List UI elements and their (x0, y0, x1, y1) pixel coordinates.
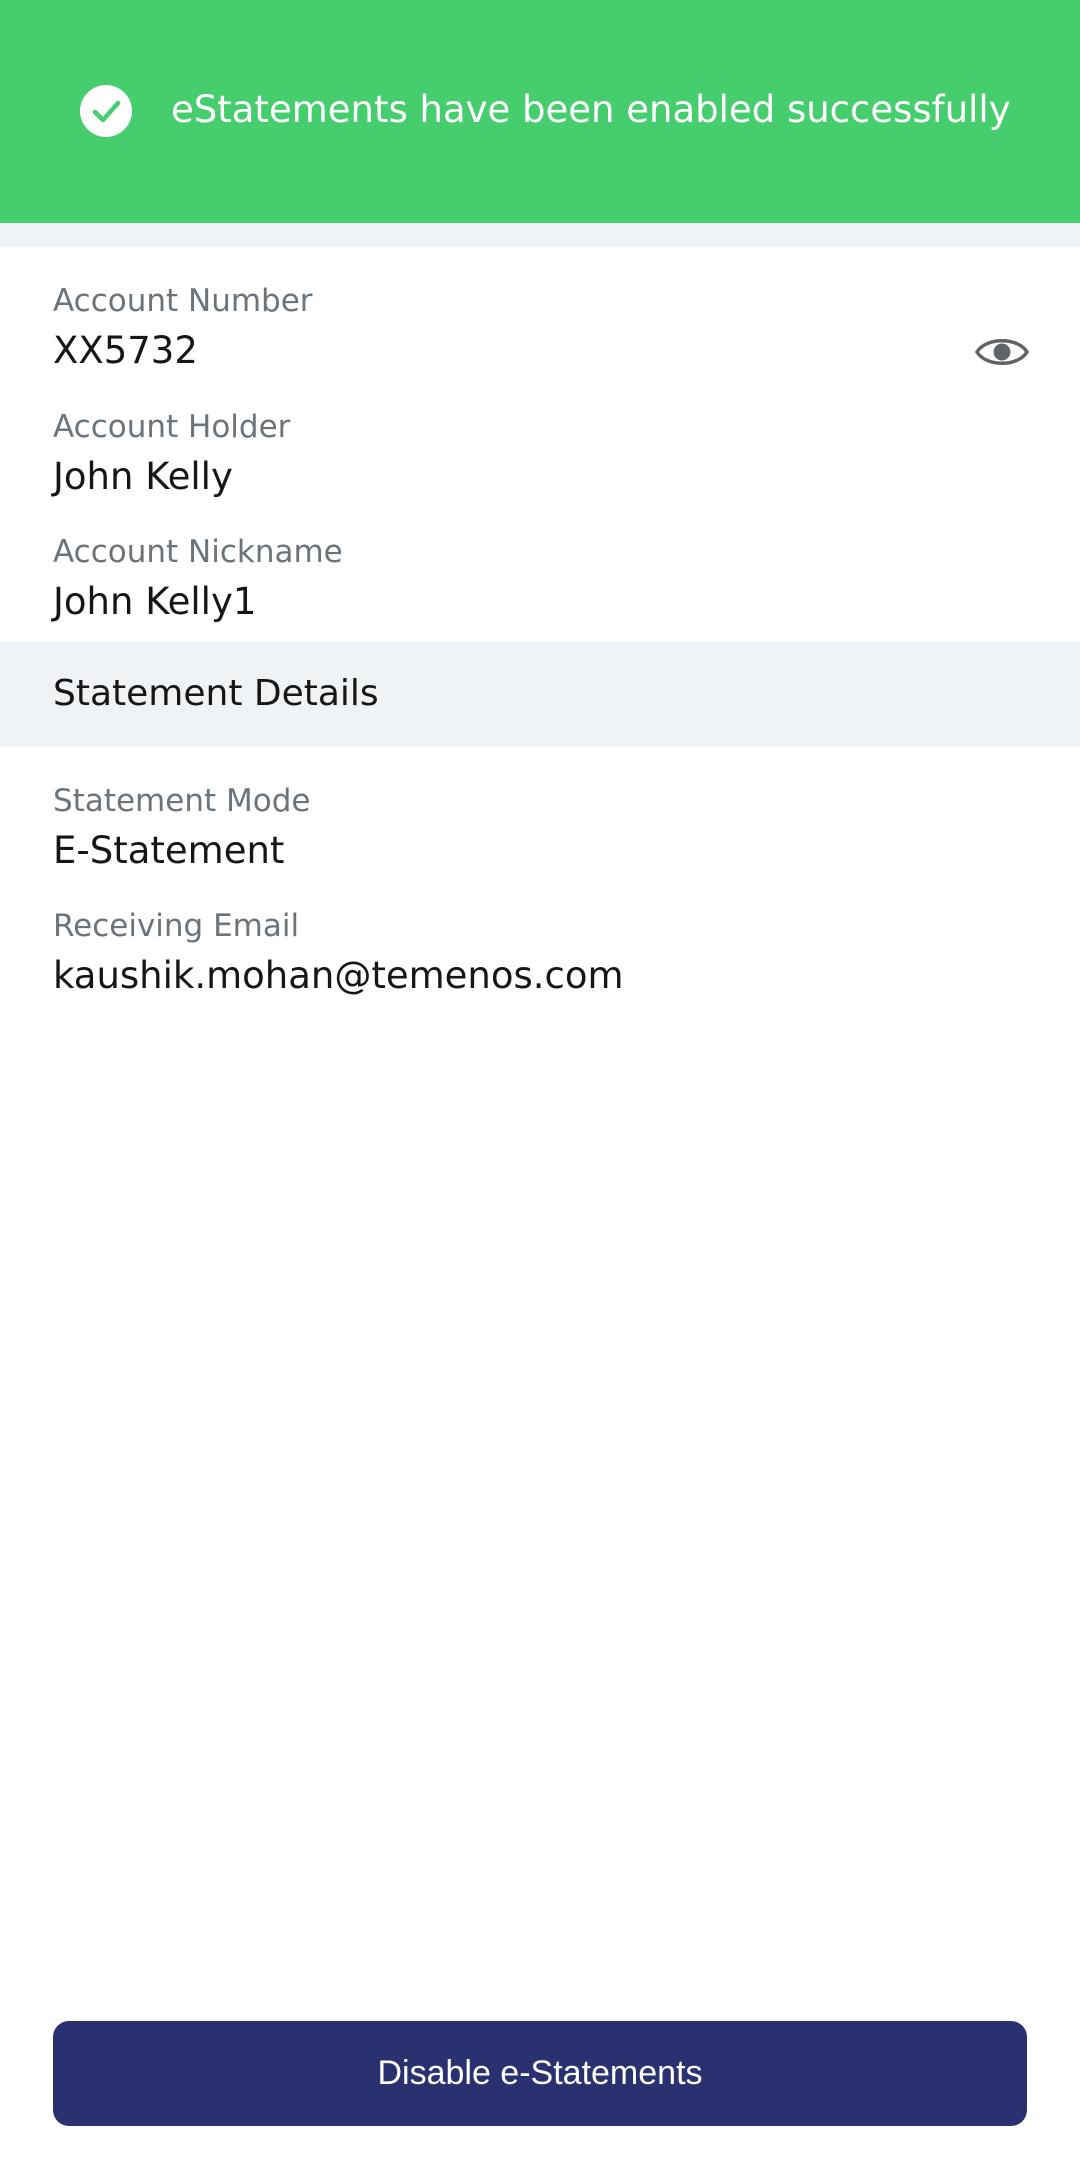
account-number-value: XX5732 (53, 329, 198, 372)
eye-icon[interactable] (974, 330, 1030, 374)
success-banner: eStatements have been enabled successful… (0, 0, 1080, 223)
divider (0, 223, 1080, 247)
account-holder-label: Account Holder (53, 409, 291, 445)
account-nickname-value: John Kelly1 (53, 580, 257, 623)
receiving-email-value: kaushik.mohan@temenos.com (53, 954, 624, 997)
disable-estatements-button[interactable]: Disable e-Statements (53, 2021, 1027, 2126)
statement-details-title: Statement Details (53, 673, 379, 714)
account-nickname-label: Account Nickname (53, 534, 343, 570)
statement-mode-value: E-Statement (53, 829, 285, 872)
account-holder-value: John Kelly (53, 455, 233, 498)
estatement-details-screen: eStatements have been enabled successful… (0, 0, 1080, 2180)
statement-mode-label: Statement Mode (53, 783, 311, 819)
check-circle-icon (80, 85, 132, 137)
success-message: eStatements have been enabled successful… (171, 88, 1011, 131)
account-number-label: Account Number (53, 283, 313, 319)
receiving-email-label: Receiving Email (53, 908, 300, 944)
